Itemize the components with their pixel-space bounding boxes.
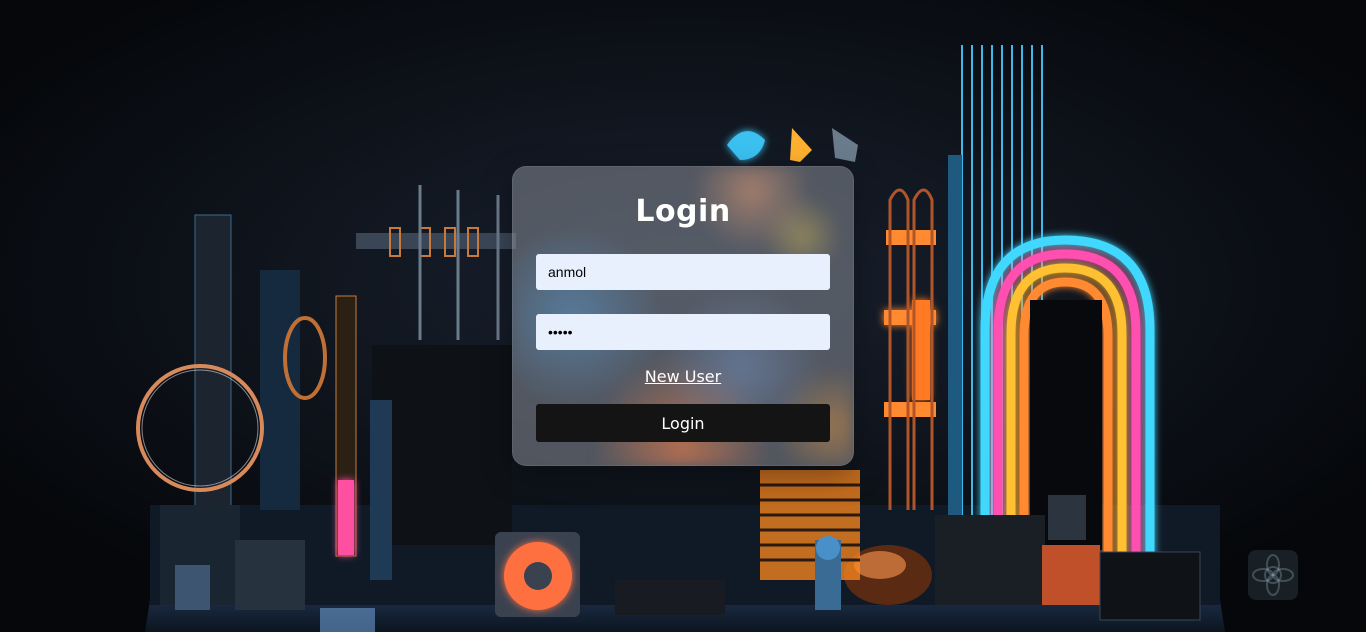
flower-logo-icon — [1248, 550, 1298, 600]
new-user-link[interactable]: New User — [512, 367, 854, 386]
login-card: Login New User Login — [512, 166, 854, 466]
password-input[interactable] — [536, 314, 830, 350]
username-input[interactable] — [536, 254, 830, 290]
login-button[interactable]: Login — [536, 404, 830, 442]
login-title: Login — [635, 194, 731, 229]
